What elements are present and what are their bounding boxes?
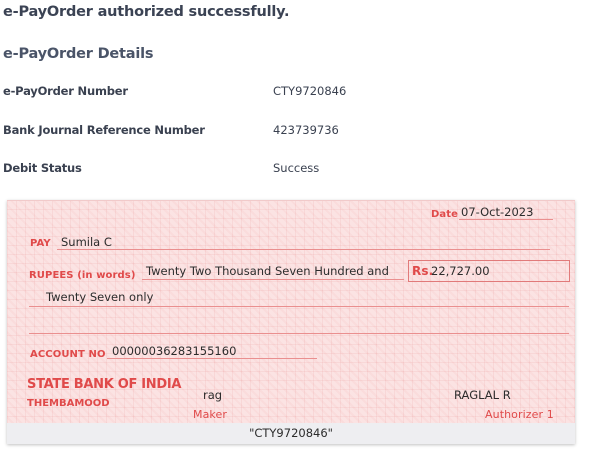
date-underline — [459, 219, 553, 220]
account-number-value: 00000036283155160 — [112, 344, 237, 358]
authorizer-name: RAGLAL R — [454, 388, 511, 402]
epayorder-number-value: CTY9720846 — [273, 84, 347, 98]
date-label: Date — [431, 209, 459, 220]
rupees-line3 — [29, 333, 569, 334]
maker-label: Maker — [193, 408, 227, 421]
date-value: 07-Oct-2023 — [461, 205, 534, 219]
amount-figures: 22,727.00 — [431, 264, 490, 278]
debit-status-value: Success — [273, 161, 320, 175]
bank-journal-reference-label: Bank Journal Reference Number — [3, 123, 205, 137]
amount-in-words-line1: Twenty Two Thousand Seven Hundred and — [146, 264, 389, 278]
pay-line — [57, 249, 550, 250]
micr-strip: "CTY9720846" — [7, 423, 575, 444]
details-section-title: e-PayOrder Details — [3, 46, 154, 62]
payee-name: Sumila C — [61, 235, 112, 249]
micr-code: "CTY9720846" — [249, 426, 333, 440]
maker-name: rag — [203, 388, 223, 402]
branch-name: THEMBAMOOD — [27, 398, 110, 409]
account-number-label: ACCOUNT NO — [30, 349, 106, 360]
epayorder-number-label: e-PayOrder Number — [3, 84, 128, 98]
rupees-line2 — [29, 306, 569, 307]
rupees-line1 — [142, 279, 404, 280]
bank-name: STATE BANK OF INDIA — [27, 377, 182, 392]
success-message: e-PayOrder authorized successfully. — [3, 4, 290, 20]
amount-in-words-line2: Twenty Seven only — [46, 290, 154, 304]
bank-journal-reference-value: 423739736 — [273, 123, 339, 137]
account-number-line — [107, 358, 317, 359]
debit-status-label: Debit Status — [3, 161, 82, 175]
authorizer-label: Authorizer 1 — [485, 408, 554, 421]
rupees-in-words-label: RUPEES (in words) — [29, 270, 136, 281]
cheque-image: Date 07-Oct-2023 PAY Sumila C RUPEES (in… — [7, 200, 575, 444]
pay-label: PAY — [30, 238, 51, 249]
